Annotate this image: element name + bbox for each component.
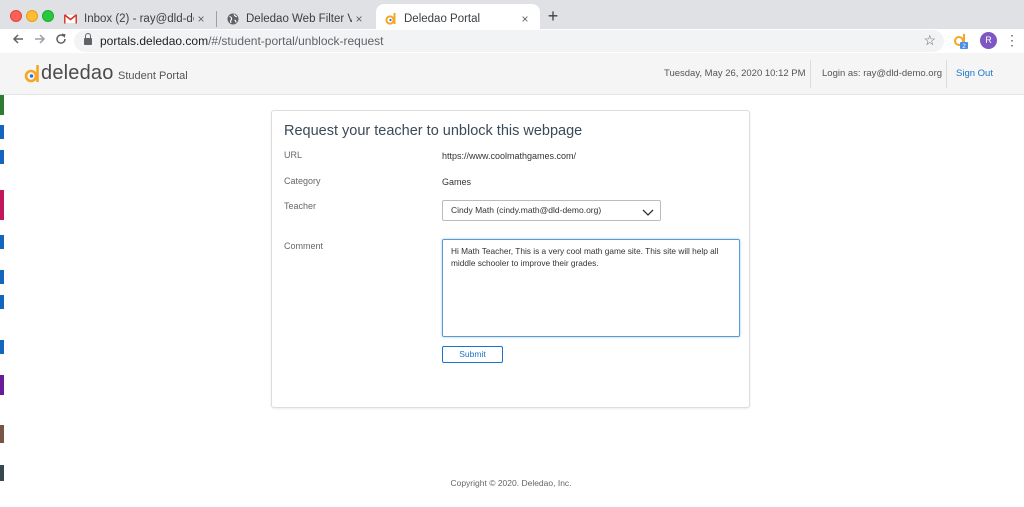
deledao-extension-icon[interactable]: 2 xyxy=(953,33,969,50)
category-label: Category xyxy=(284,176,321,186)
category-value: Games xyxy=(442,177,472,187)
close-tab-icon[interactable]: × xyxy=(194,12,208,26)
url-value: https://www.coolmathgames.com/ xyxy=(442,151,577,161)
header-divider xyxy=(810,60,811,88)
tab-divider xyxy=(216,11,217,27)
bookmark-star-icon[interactable]: ☆ xyxy=(923,32,936,49)
close-tab-icon[interactable]: × xyxy=(352,12,366,26)
tab-title: Deledao Web Filter Violation xyxy=(246,12,352,25)
tab-title: Inbox (2) - ray@dld-demo.org xyxy=(84,12,194,25)
lock-icon xyxy=(84,32,92,46)
tab-title: Deledao Portal xyxy=(404,12,481,25)
deledao-icon xyxy=(384,12,397,25)
teacher-select[interactable]: Cindy Math (cindy.math@dld-demo.org) xyxy=(442,200,661,221)
forward-arrow-icon[interactable] xyxy=(32,33,48,49)
reload-icon[interactable] xyxy=(53,33,69,49)
header-divider xyxy=(946,60,947,88)
globe-icon xyxy=(226,12,239,25)
portal-label: Student Portal xyxy=(118,70,188,82)
deledao-logo-mark-icon xyxy=(24,64,40,84)
minimize-window-button[interactable] xyxy=(26,10,38,22)
unblock-request-card: Request your teacher to unblock this web… xyxy=(271,110,750,408)
app-header: deledao Student Portal Tuesday, May 26, … xyxy=(0,53,1024,95)
close-tab-icon[interactable]: × xyxy=(518,12,532,26)
more-menu-icon[interactable]: ⋮ xyxy=(1005,33,1019,48)
submit-button[interactable]: Submit xyxy=(442,346,503,363)
login-as-text: Login as: ray@dld-demo.org xyxy=(822,68,943,79)
copyright-footer: Copyright © 2020. Deledao, Inc. xyxy=(450,478,572,488)
new-tab-button[interactable]: + xyxy=(543,6,563,26)
browser-toolbar: portals.deledao.com/#/student-portal/unb… xyxy=(0,29,1024,53)
close-window-button[interactable] xyxy=(10,10,22,22)
logo-text: deledao xyxy=(41,62,114,84)
back-arrow-icon[interactable] xyxy=(10,33,26,49)
comment-label: Comment xyxy=(284,241,324,251)
comment-textarea[interactable]: Hi Math Teacher, This is a very cool mat… xyxy=(442,239,740,337)
page-title: Request your teacher to unblock this web… xyxy=(284,123,583,139)
url-host: portals.deledao.com xyxy=(100,34,209,48)
url-label: URL xyxy=(284,150,303,160)
deledao-logo: deledao xyxy=(24,62,114,85)
header-datetime: Tuesday, May 26, 2020 10:12 PM xyxy=(664,68,806,79)
address-bar[interactable]: portals.deledao.com/#/student-portal/unb… xyxy=(74,30,944,52)
url-path: /#/student-portal/unblock-request xyxy=(208,34,384,48)
chevron-down-icon xyxy=(642,205,654,216)
gmail-icon xyxy=(64,12,77,25)
background-window-edge xyxy=(0,95,4,505)
teacher-label: Teacher xyxy=(284,201,317,211)
teacher-selected-value: Cindy Math (cindy.math@dld-demo.org) xyxy=(451,205,602,215)
sign-out-link[interactable]: Sign Out xyxy=(956,68,993,79)
maximize-window-button[interactable] xyxy=(42,10,54,22)
profile-avatar[interactable]: R xyxy=(980,32,997,49)
